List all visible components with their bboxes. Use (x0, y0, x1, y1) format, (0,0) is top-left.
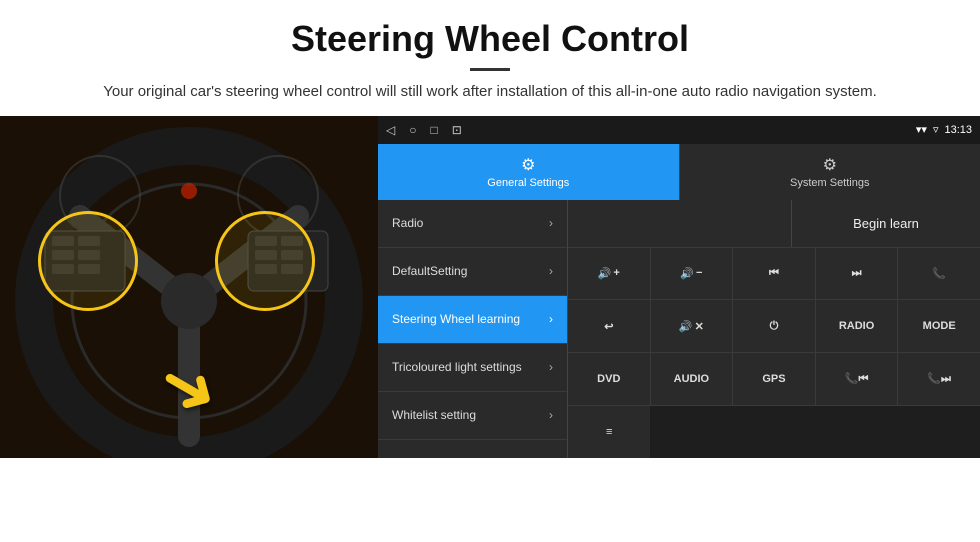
vol-down-icon: 🔊 (680, 267, 694, 280)
wifi-icon: ▿ (933, 123, 939, 136)
panel-body: Radio › DefaultSetting › Steering Wheel … (378, 200, 980, 458)
menu-item-tricoloured-label: Tricoloured light settings (392, 360, 549, 374)
power-button[interactable]: ⏻ (733, 300, 816, 352)
menu-item-steering-label: Steering Wheel learning (392, 312, 549, 326)
mute-button[interactable]: 🔊✕ (651, 300, 734, 352)
vol-up-button[interactable]: 🔊+ (568, 248, 651, 300)
highlight-circle-left (38, 211, 138, 311)
settings-menu: Radio › DefaultSetting › Steering Wheel … (378, 200, 568, 458)
control-panel: Begin learn 🔊+ 🔊− ⏮ (568, 200, 980, 458)
call-next-button[interactable]: 📞⏭ (898, 353, 980, 405)
audio-label: AUDIO (674, 373, 709, 385)
power-icon: ⏻ (770, 320, 779, 333)
menu-icon-button[interactable]: ≡ (568, 406, 650, 458)
chevron-right-icon: › (549, 408, 553, 422)
steering-wheel-image: ➜ (0, 116, 378, 458)
page-header: Steering Wheel Control Your original car… (0, 0, 980, 116)
settings-tabs: ⚙ General Settings ⚙ System Settings (378, 144, 980, 200)
button-row-3: DVD AUDIO GPS 📞⏮ 📞⏭ (568, 353, 980, 406)
title-divider (470, 68, 510, 71)
tab-system-label: System Settings (790, 177, 869, 189)
menu-item-tricoloured[interactable]: Tricoloured light settings › (378, 344, 567, 392)
menu-item-radio-label: Radio (392, 216, 549, 230)
call-icon: 📞 (932, 267, 946, 280)
radio-label: RADIO (839, 320, 874, 332)
prev-track-icon: ⏮ (769, 267, 779, 280)
menu-item-steering-wheel[interactable]: Steering Wheel learning › (378, 296, 567, 344)
button-row-2: ↩ 🔊✕ ⏻ RADIO MODE (568, 300, 980, 353)
cast-nav-icon[interactable]: ⊡ (452, 123, 462, 137)
prev-track-button[interactable]: ⏮ (733, 248, 816, 300)
call-next-icon: 📞⏭ (927, 372, 951, 386)
back-nav-icon[interactable]: ◁ (386, 123, 395, 137)
gps-button[interactable]: GPS (733, 353, 816, 405)
begin-learn-row: Begin learn (568, 200, 980, 248)
tab-general-settings[interactable]: ⚙ General Settings (378, 144, 679, 200)
learn-input-field (568, 200, 792, 247)
tab-general-label: General Settings (487, 177, 569, 189)
menu-item-default-label: DefaultSetting (392, 264, 549, 278)
radio-button[interactable]: RADIO (816, 300, 899, 352)
mode-button[interactable]: MODE (898, 300, 980, 352)
chevron-right-icon: › (549, 312, 553, 326)
highlight-circle-right (215, 211, 315, 311)
audio-button[interactable]: AUDIO (651, 353, 734, 405)
nav-buttons: ◁ ○ □ ⊡ (386, 123, 462, 137)
recents-nav-icon[interactable]: □ (430, 123, 437, 137)
home-nav-icon[interactable]: ○ (409, 123, 416, 137)
hang-up-icon: ↩ (604, 320, 613, 333)
mode-label: MODE (923, 320, 956, 332)
chevron-right-icon: › (549, 360, 553, 374)
menu-item-default-setting[interactable]: DefaultSetting › (378, 248, 567, 296)
system-settings-icon: ⚙ (823, 155, 837, 175)
call-prev-button[interactable]: 📞⏮ (816, 353, 899, 405)
vol-down-button[interactable]: 🔊− (651, 248, 734, 300)
call-button[interactable]: 📞 (898, 248, 980, 300)
menu-icon: ≡ (606, 426, 612, 438)
menu-item-radio[interactable]: Radio › (378, 200, 567, 248)
button-row-4: ≡ (568, 406, 980, 458)
page-title: Steering Wheel Control (60, 18, 920, 60)
content-area: ➜ ◁ ○ □ ⊡ ▾▾ ▿ 13:13 ⚙ General Settings (0, 116, 980, 458)
menu-item-whitelist-label: Whitelist setting (392, 408, 549, 422)
call-prev-icon: 📞⏮ (845, 372, 869, 386)
begin-learn-button[interactable]: Begin learn (792, 200, 980, 247)
button-grid: 🔊+ 🔊− ⏮ ⏭ 📞 (568, 248, 980, 458)
next-track-button[interactable]: ⏭ (816, 248, 899, 300)
button-row-1: 🔊+ 🔊− ⏮ ⏭ 📞 (568, 248, 980, 301)
dvd-label: DVD (597, 373, 620, 385)
next-track-icon: ⏭ (852, 267, 862, 280)
tab-system-settings[interactable]: ⚙ System Settings (679, 144, 980, 200)
chevron-right-icon: › (549, 264, 553, 278)
general-settings-icon: ⚙ (521, 155, 535, 175)
clock: 13:13 (944, 124, 972, 136)
menu-item-whitelist[interactable]: Whitelist setting › (378, 392, 567, 440)
mute-icon: 🔊 (679, 320, 693, 333)
vol-up-icon: 🔊 (598, 267, 612, 280)
status-bar: ◁ ○ □ ⊡ ▾▾ ▿ 13:13 (378, 116, 980, 144)
android-panel: ◁ ○ □ ⊡ ▾▾ ▿ 13:13 ⚙ General Settings ⚙ … (378, 116, 980, 458)
page-subtitle: Your original car's steering wheel contr… (60, 81, 920, 104)
gps-label: GPS (762, 373, 785, 385)
signal-icon: ▾▾ (916, 123, 927, 136)
dvd-button[interactable]: DVD (568, 353, 651, 405)
status-right: ▾▾ ▿ 13:13 (916, 123, 972, 136)
hang-up-button[interactable]: ↩ (568, 300, 651, 352)
chevron-right-icon: › (549, 216, 553, 230)
